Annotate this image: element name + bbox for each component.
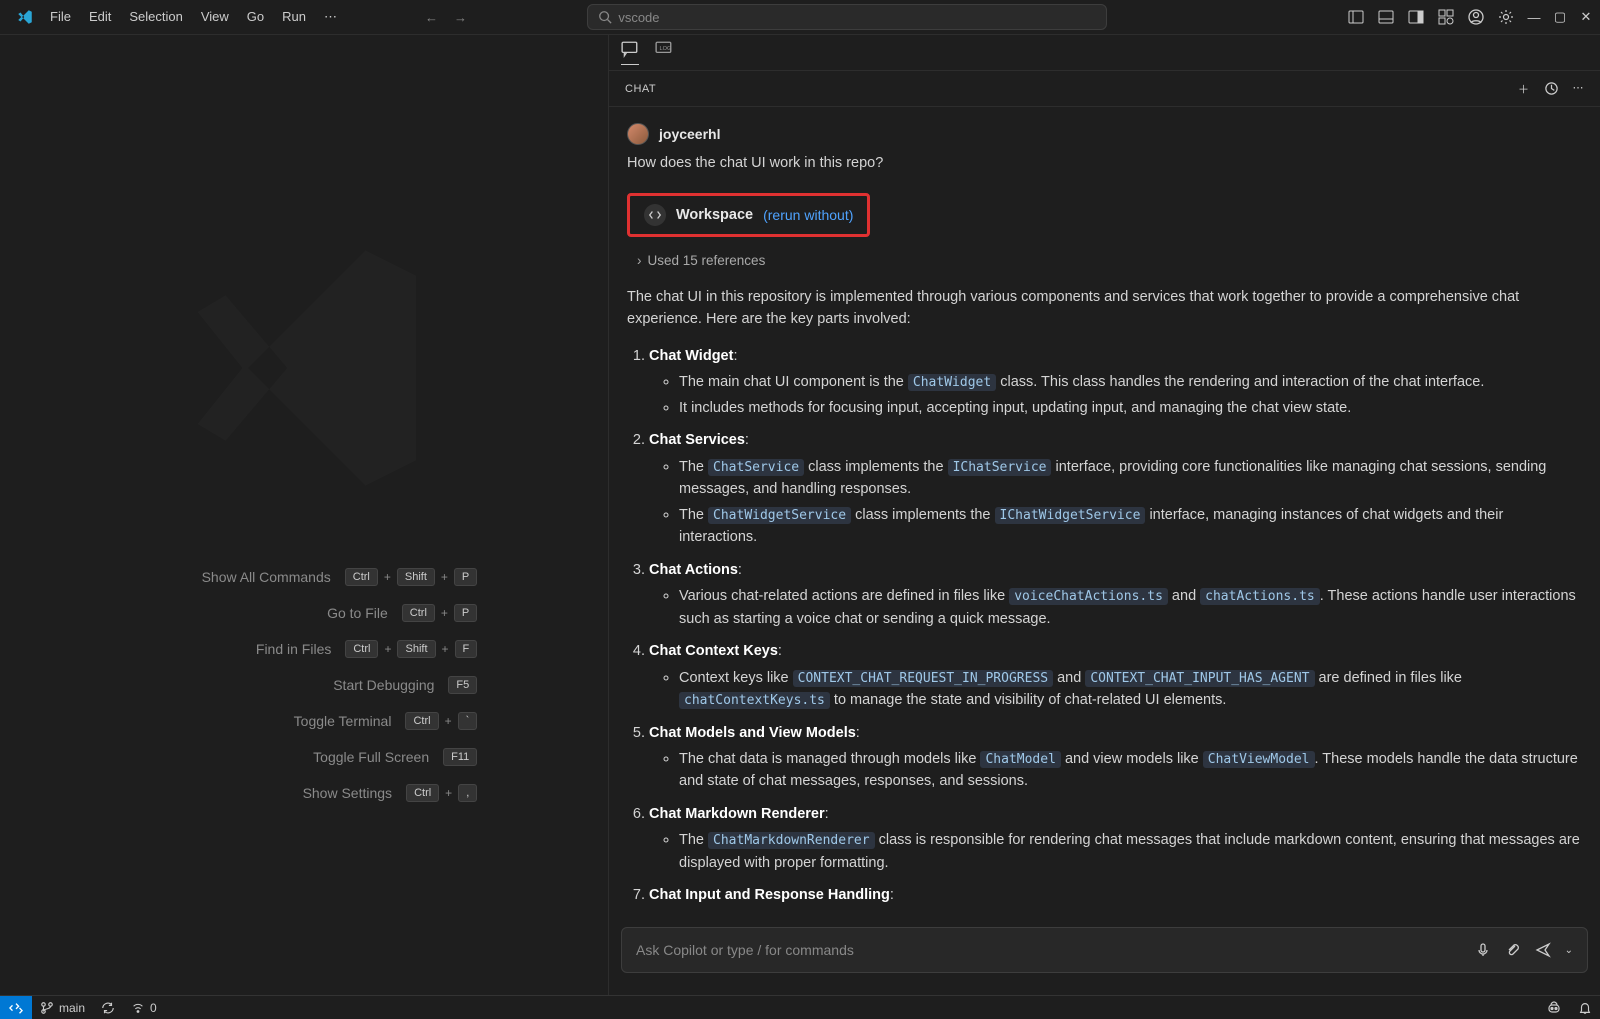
- chat-input-field[interactable]: [636, 942, 1463, 958]
- shortcut-toggle-terminal: Toggle Terminal Ctrl+`: [131, 712, 478, 730]
- answer-item: Chat Markdown Renderer: The ChatMarkdown…: [649, 803, 1582, 874]
- window-maximize-icon[interactable]: ▢: [1554, 9, 1566, 25]
- shortcut-find-in-files: Find in Files Ctrl+Shift+F: [131, 640, 478, 658]
- new-chat-icon[interactable]: ＋: [1518, 81, 1530, 97]
- editor-empty-area: Show All Commands Ctrl+Shift+P Go to Fil…: [0, 35, 608, 995]
- chat-tabs: LOG: [609, 35, 1600, 71]
- branch-indicator[interactable]: main: [32, 1001, 93, 1015]
- shortcut-toggle-fullscreen: Toggle Full Screen F11: [131, 748, 478, 766]
- nav-arrows: ← →: [425, 10, 467, 25]
- shortcut-show-commands: Show All Commands Ctrl+Shift+P: [131, 568, 478, 586]
- menu-run[interactable]: Run: [274, 5, 314, 29]
- answer-item: Chat Widget: The main chat UI component …: [649, 345, 1582, 419]
- chat-input[interactable]: ⌄: [621, 927, 1588, 973]
- nav-back-icon[interactable]: ←: [425, 10, 438, 25]
- titlebar-right: — ▢ ✕: [1348, 9, 1592, 25]
- send-icon[interactable]: [1535, 942, 1551, 958]
- rerun-without-link[interactable]: (rerun without): [763, 207, 853, 223]
- chat-body: joyceerhl How does the chat UI work in t…: [609, 107, 1600, 921]
- send-dropdown-icon[interactable]: ⌄: [1565, 945, 1573, 956]
- menu-more[interactable]: ⋯: [316, 5, 345, 29]
- mic-icon[interactable]: [1475, 942, 1491, 958]
- more-actions-icon[interactable]: ⋯: [1573, 81, 1585, 97]
- user-row: joyceerhl: [627, 123, 1582, 145]
- menu-edit[interactable]: Edit: [81, 5, 119, 29]
- shortcut-go-to-file: Go to File Ctrl+P: [131, 604, 478, 622]
- answer-item: Chat Models and View Models: The chat da…: [649, 722, 1582, 793]
- chat-header-label: CHAT: [625, 83, 656, 95]
- shortcuts-list: Show All Commands Ctrl+Shift+P Go to Fil…: [131, 568, 478, 802]
- layout-sidebar-left-icon[interactable]: [1348, 9, 1364, 25]
- chat-panel: LOG CHAT ＋ ⋯ joyceerhl How does the chat…: [608, 35, 1600, 995]
- nav-forward-icon[interactable]: →: [454, 10, 467, 25]
- window-minimize-icon[interactable]: —: [1528, 10, 1540, 25]
- sync-indicator[interactable]: [93, 1001, 123, 1015]
- chat-log-tab-icon[interactable]: LOG: [655, 40, 673, 65]
- answer-item: Chat Actions: Various chat-related actio…: [649, 559, 1582, 630]
- vscode-watermark-icon: [164, 228, 444, 508]
- vscode-icon: [16, 8, 34, 26]
- chat-section-header: CHAT ＋ ⋯: [609, 71, 1600, 107]
- answer-item: Chat Context Keys: Context keys like CON…: [649, 640, 1582, 711]
- code-icon: [644, 204, 666, 226]
- chat-answer: The chat UI in this repository is implem…: [627, 286, 1582, 907]
- window-close-icon[interactable]: ✕: [1580, 9, 1592, 25]
- search-text: vscode: [618, 10, 659, 25]
- code-ref[interactable]: ChatWidget: [908, 374, 996, 391]
- menu-selection[interactable]: Selection: [121, 5, 190, 29]
- answer-item: Chat Services: The ChatService class imp…: [649, 429, 1582, 548]
- menu-file[interactable]: File: [42, 5, 79, 29]
- titlebar: File Edit Selection View Go Run ⋯ ← → vs…: [0, 0, 1600, 35]
- statusbar: main 0: [0, 995, 1600, 1019]
- search-icon: [598, 10, 612, 24]
- avatar: [627, 123, 649, 145]
- references-toggle[interactable]: › Used 15 references: [637, 253, 1582, 268]
- chevron-right-icon: ›: [637, 253, 642, 268]
- history-icon[interactable]: [1544, 81, 1559, 97]
- layout-panel-icon[interactable]: [1378, 9, 1394, 25]
- menu-view[interactable]: View: [193, 5, 237, 29]
- answer-item: Chat Input and Response Handling:: [649, 884, 1582, 906]
- user-question: How does the chat UI work in this repo?: [627, 155, 1582, 171]
- shortcut-start-debugging: Start Debugging F5: [131, 676, 478, 694]
- account-icon[interactable]: [1468, 9, 1484, 25]
- command-center[interactable]: vscode: [587, 4, 1107, 30]
- shortcut-show-settings: Show Settings Ctrl+,: [131, 784, 478, 802]
- copilot-status-icon[interactable]: [1538, 1000, 1570, 1016]
- chat-tab-icon[interactable]: [621, 40, 639, 65]
- layout-customize-icon[interactable]: [1438, 9, 1454, 25]
- ports-indicator[interactable]: 0: [123, 1001, 165, 1015]
- layout-sidebar-right-icon[interactable]: [1408, 9, 1424, 25]
- notifications-icon[interactable]: [1570, 1000, 1600, 1016]
- attach-icon[interactable]: [1505, 942, 1521, 958]
- workspace-label: Workspace: [676, 207, 753, 223]
- workspace-agent-badge: Workspace (rerun without): [627, 193, 870, 237]
- menu-go[interactable]: Go: [239, 5, 272, 29]
- username: joyceerhl: [659, 126, 720, 142]
- settings-gear-icon[interactable]: [1498, 9, 1514, 25]
- remote-indicator[interactable]: [0, 996, 32, 1019]
- svg-text:LOG: LOG: [660, 46, 672, 52]
- menubar: File Edit Selection View Go Run ⋯: [42, 5, 345, 29]
